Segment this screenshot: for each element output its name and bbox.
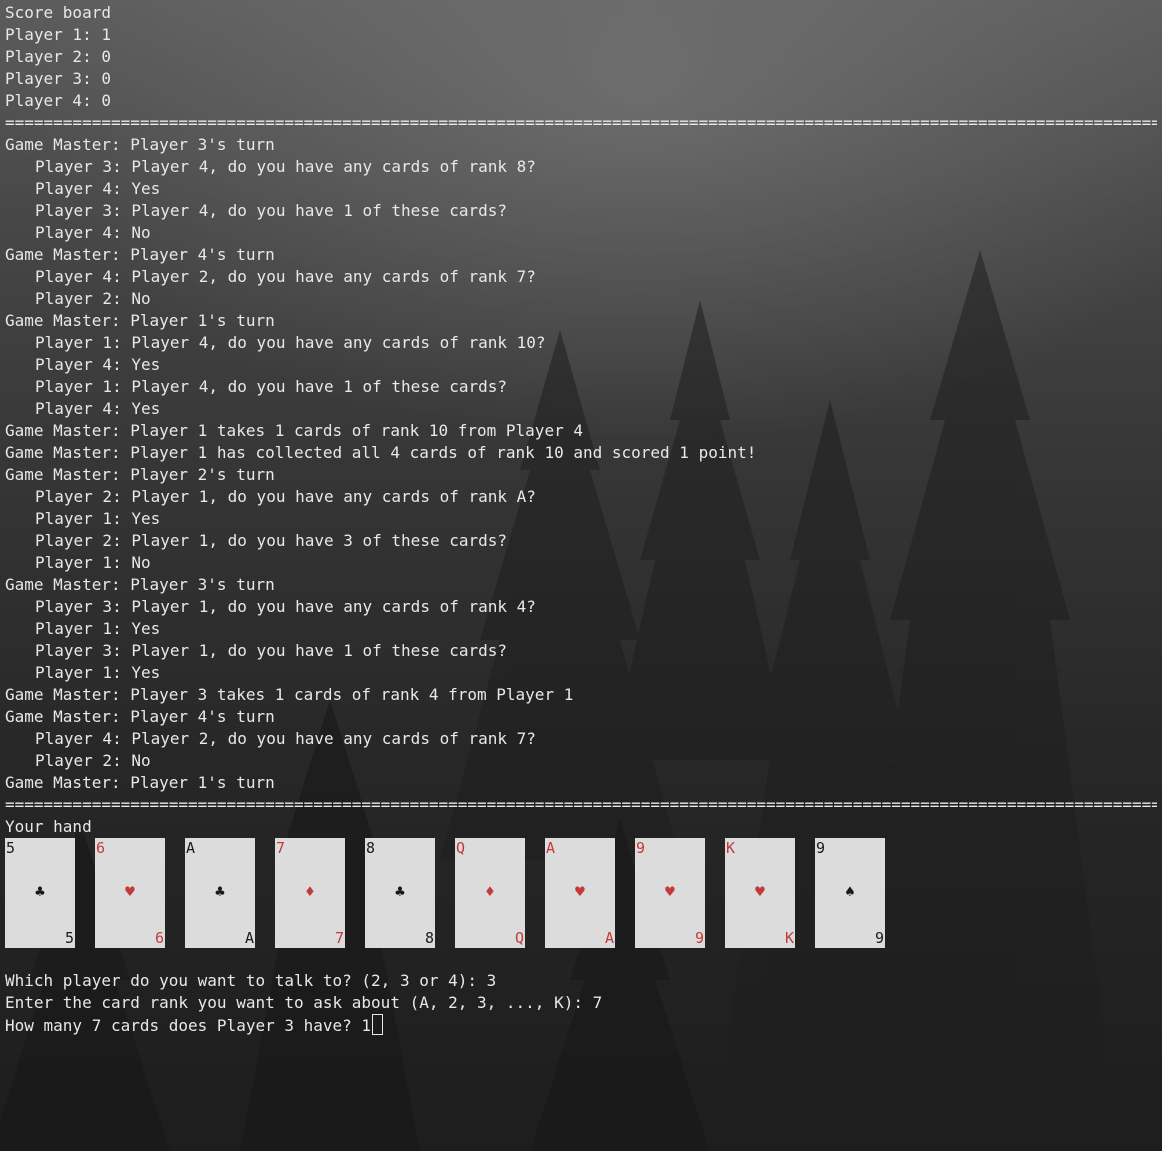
log-line-player: Player 4: Player 2, do you have any card… bbox=[35, 267, 536, 286]
log-line-game-master: Game Master: Player 1's turn bbox=[5, 311, 275, 330]
log-line-game-master: Game Master: Player 3 takes 1 cards of r… bbox=[5, 685, 574, 704]
card-rank-bottom: 9 bbox=[874, 929, 884, 947]
card-rank-bottom: K bbox=[784, 929, 794, 947]
card-hand: 5 ♣ 5 6 ♥ 6 A ♣ A 7 ♦ 7 8 ♣ 8 Q ♦ Q A ♥ A 9 ♥ 9 K ♥ K 9 ♠ 9 bbox=[5, 838, 1157, 948]
card-suit-icon: ♥ bbox=[755, 882, 765, 901]
separator-bottom: ========================================… bbox=[5, 795, 1157, 814]
log-line-player: Player 1: Yes bbox=[35, 663, 161, 682]
log-line-game-master: Game Master: Player 3's turn bbox=[5, 575, 275, 594]
playing-card: A ♥ A bbox=[545, 838, 615, 948]
log-line-player: Player 3: Player 4, do you have 1 of the… bbox=[35, 201, 508, 220]
playing-card: K ♥ K bbox=[725, 838, 795, 948]
hand-title: Your hand bbox=[5, 817, 92, 836]
card-suit-icon: ♥ bbox=[665, 882, 675, 901]
card-rank-top: K bbox=[726, 839, 736, 857]
card-rank-top: A bbox=[186, 839, 196, 857]
card-suit-icon: ♦ bbox=[305, 882, 315, 901]
card-suit-icon: ♣ bbox=[395, 882, 405, 901]
prompt-player: Which player do you want to talk to? (2,… bbox=[5, 971, 497, 990]
log-line-player: Player 1: Yes bbox=[35, 619, 161, 638]
prompt-rank: Enter the card rank you want to ask abou… bbox=[5, 993, 603, 1012]
log-line-game-master: Game Master: Player 1 has collected all … bbox=[5, 443, 757, 462]
log-line-game-master: Game Master: Player 4's turn bbox=[5, 245, 275, 264]
card-rank-bottom: 9 bbox=[694, 929, 704, 947]
log-line-player: Player 2: Player 1, do you have 3 of the… bbox=[35, 531, 508, 550]
card-rank-bottom: Q bbox=[514, 929, 524, 947]
log-line-game-master: Game Master: Player 1's turn bbox=[5, 773, 275, 792]
terminal-output: Score board Player 1: 1 Player 2: 0 Play… bbox=[5, 2, 1157, 1036]
log-line-player: Player 1: Player 4, do you have any card… bbox=[35, 333, 546, 352]
card-suit-icon: ♣ bbox=[35, 882, 45, 901]
card-rank-bottom: 6 bbox=[154, 929, 164, 947]
log-line-player: Player 3: Player 4, do you have any card… bbox=[35, 157, 536, 176]
card-rank-top: 6 bbox=[96, 839, 106, 857]
playing-card: 9 ♠ 9 bbox=[815, 838, 885, 948]
card-rank-top: 8 bbox=[366, 839, 376, 857]
log-line-player: Player 2: No bbox=[35, 289, 151, 308]
scoreboard-player-3: Player 3: 0 bbox=[5, 69, 111, 88]
log-line-player: Player 1: No bbox=[35, 553, 151, 572]
log-line-player: Player 3: Player 1, do you have 1 of the… bbox=[35, 641, 508, 660]
card-rank-bottom: 8 bbox=[424, 929, 434, 947]
card-rank-top: 9 bbox=[816, 839, 826, 857]
log-line-player: Player 4: No bbox=[35, 223, 151, 242]
game-log: Game Master: Player 3's turn Player 3: Pl… bbox=[5, 134, 1157, 794]
card-suit-icon: ♥ bbox=[125, 882, 135, 901]
playing-card: A ♣ A bbox=[185, 838, 255, 948]
log-line-player: Player 4: Yes bbox=[35, 355, 161, 374]
scoreboard-player-4: Player 4: 0 bbox=[5, 91, 111, 110]
log-line-player: Player 4: Player 2, do you have any card… bbox=[35, 729, 536, 748]
log-line-player: Player 1: Player 4, do you have 1 of the… bbox=[35, 377, 508, 396]
card-rank-bottom: 7 bbox=[334, 929, 344, 947]
card-rank-bottom: A bbox=[244, 929, 254, 947]
playing-card: 7 ♦ 7 bbox=[275, 838, 345, 948]
playing-card: 8 ♣ 8 bbox=[365, 838, 435, 948]
log-line-player: Player 3: Player 1, do you have any card… bbox=[35, 597, 536, 616]
text-cursor bbox=[372, 1014, 384, 1035]
log-line-player: Player 2: No bbox=[35, 751, 151, 770]
card-suit-icon: ♣ bbox=[215, 882, 225, 901]
log-line-player: Player 2: Player 1, do you have any card… bbox=[35, 487, 536, 506]
playing-card: Q ♦ Q bbox=[455, 838, 525, 948]
playing-card: 9 ♥ 9 bbox=[635, 838, 705, 948]
card-suit-icon: ♥ bbox=[575, 882, 585, 901]
scoreboard-player-2: Player 2: 0 bbox=[5, 47, 111, 66]
log-line-player: Player 4: Yes bbox=[35, 399, 161, 418]
card-suit-icon: ♠ bbox=[845, 882, 855, 901]
log-line-game-master: Game Master: Player 3's turn bbox=[5, 135, 275, 154]
card-rank-top: A bbox=[546, 839, 556, 857]
scoreboard-title: Score board bbox=[5, 3, 111, 22]
log-line-player: Player 1: Yes bbox=[35, 509, 161, 528]
card-rank-top: 9 bbox=[636, 839, 646, 857]
card-rank-top: Q bbox=[456, 839, 466, 857]
card-suit-icon: ♦ bbox=[485, 882, 495, 901]
log-line-game-master: Game Master: Player 1 takes 1 cards of r… bbox=[5, 421, 583, 440]
log-line-player: Player 4: Yes bbox=[35, 179, 161, 198]
log-line-game-master: Game Master: Player 2's turn bbox=[5, 465, 275, 484]
separator-top: ========================================… bbox=[5, 113, 1157, 132]
prompt-count-input[interactable]: How many 7 cards does Player 3 have? 1 bbox=[5, 1014, 1157, 1036]
log-line-game-master: Game Master: Player 4's turn bbox=[5, 707, 275, 726]
card-rank-bottom: A bbox=[604, 929, 614, 947]
card-rank-top: 5 bbox=[6, 839, 16, 857]
playing-card: 5 ♣ 5 bbox=[5, 838, 75, 948]
card-rank-bottom: 5 bbox=[64, 929, 74, 947]
prompt-count-text: How many 7 cards does Player 3 have? 1 bbox=[5, 1016, 372, 1035]
scoreboard-player-1: Player 1: 1 bbox=[5, 25, 111, 44]
card-rank-top: 7 bbox=[276, 839, 286, 857]
playing-card: 6 ♥ 6 bbox=[95, 838, 165, 948]
